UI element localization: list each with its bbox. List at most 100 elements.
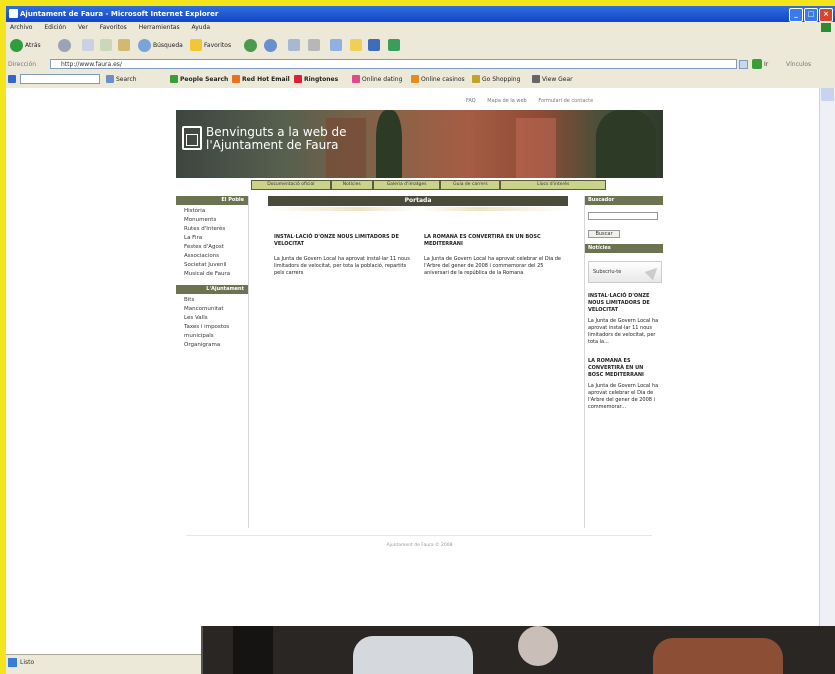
sidebar-item-festes[interactable]: Festes d'Agost <box>176 243 248 252</box>
menu-edicion[interactable]: Edición <box>44 24 66 31</box>
menu-favoritos[interactable]: Favoritos <box>100 24 127 31</box>
right-news-title-2[interactable]: LA ROMANA ES CONVERTIRÀ EN UN BOSC MEDIT… <box>588 358 660 379</box>
scroll-up-icon[interactable] <box>821 88 834 101</box>
go-label[interactable]: Ir <box>764 61 768 68</box>
favorites-button[interactable]: Favoritos <box>190 37 231 53</box>
ringtones-link[interactable]: Ringtones <box>294 75 338 83</box>
nav-noticies[interactable]: Notícies <box>331 181 372 189</box>
people-icon <box>170 75 178 83</box>
online-casinos-link[interactable]: Online casinos <box>411 75 465 83</box>
vertical-scrollbar[interactable] <box>819 88 835 654</box>
messenger-button[interactable] <box>368 37 380 53</box>
sidebar-item-fira[interactable]: La Fira <box>176 234 248 243</box>
search-input[interactable] <box>588 212 658 220</box>
web-page: FAQ Mapa de la web Formulari de contacte… <box>6 88 819 654</box>
search-icon <box>106 75 114 83</box>
forward-arrow-icon <box>58 38 71 52</box>
sidebar-item-musical[interactable]: Musical de Faura <box>176 270 248 279</box>
right-news-1: INSTAL·LACIÓ D'ONZE NOUS LIMITADORS DE V… <box>585 293 660 346</box>
email-icon <box>232 75 240 83</box>
google-toolbar: Search People Search Red Hot Email Ringt… <box>6 72 835 86</box>
right-sidebar: Buscador Buscar Notícies Subscriu-te INS… <box>584 196 663 528</box>
sidebar-item-associacions[interactable]: Associacions <box>176 252 248 261</box>
edit-button[interactable] <box>330 37 342 53</box>
home-icon <box>118 39 130 51</box>
history-button[interactable] <box>264 37 277 53</box>
refresh-icon <box>100 39 112 51</box>
search-label: Búsqueda <box>153 41 183 49</box>
folder-button[interactable] <box>350 37 362 53</box>
menu-herramientas[interactable]: Herramientas <box>139 24 180 31</box>
online-dating-link[interactable]: Online dating <box>352 75 402 83</box>
right-news-title-1[interactable]: INSTAL·LACIÓ D'ONZE NOUS LIMITADORS DE V… <box>588 293 660 314</box>
stop-button[interactable] <box>82 37 94 53</box>
sidebar-item-taxes[interactable]: Taxes i impostos <box>176 323 248 332</box>
subscribe-button[interactable]: Subscriu-te <box>588 260 662 283</box>
sidebar-item-organigrama[interactable]: Organigrama <box>176 341 248 350</box>
go-shopping-link[interactable]: Go Shopping <box>472 75 520 83</box>
sidebar-item-mancomunitat[interactable]: Mancomunitat <box>176 305 248 314</box>
nav-documentacio[interactable]: Documentació oficial <box>252 181 330 189</box>
news-title-2[interactable]: LA ROMANA ES CONVERTIRÀ EN UN BOSC MEDIT… <box>424 234 564 248</box>
news-title-1[interactable]: INSTAL·LACIÓ D'ONZE NOUS LIMITADORS DE V… <box>274 234 414 248</box>
menu-ver[interactable]: Ver <box>78 24 88 31</box>
header-underline <box>268 207 568 211</box>
sidebar-item-bits[interactable]: Bits <box>176 296 248 305</box>
sidebar-item-valls[interactable]: Les Valls <box>176 314 248 323</box>
sidebar-header-poble: El Poble <box>176 196 248 205</box>
left-sidebar: El Poble Història Monuments Rutes d'Inte… <box>176 196 249 528</box>
go-arrow-icon[interactable] <box>752 59 762 69</box>
nav-galeria[interactable]: Galeria d'imatges <box>373 181 440 189</box>
toolbar-search-label: Search <box>116 75 137 83</box>
banner-tree-2 <box>596 110 656 178</box>
toolbar: Atrás Búsqueda Favoritos <box>6 34 835 56</box>
people-search-link[interactable]: People Search <box>170 75 228 83</box>
search-submit-button[interactable]: Buscar <box>588 229 620 238</box>
media-button[interactable] <box>244 37 257 53</box>
links-label[interactable]: Vínculos <box>786 61 811 68</box>
favorites-label: Favoritos <box>204 41 232 49</box>
search-icon <box>138 38 151 52</box>
sitemap-link[interactable]: Mapa de la web <box>487 98 526 104</box>
minimize-button[interactable]: _ <box>789 8 803 22</box>
print-button[interactable] <box>308 37 320 53</box>
sidebar-item-societat[interactable]: Societat Juvenil <box>176 261 248 270</box>
news-item-2: LA ROMANA ES CONVERTIRÀ EN UN BOSC MEDIT… <box>424 234 564 277</box>
stop-icon <box>82 39 94 51</box>
window-title: Ajuntament de Faura - Microsoft Internet… <box>20 10 219 18</box>
messenger-icon <box>368 39 380 51</box>
menu-archivo[interactable]: Archivo <box>10 24 32 31</box>
nav-guia-carrers[interactable]: Guia de carrers <box>441 181 500 189</box>
search-button[interactable]: Búsqueda <box>138 37 183 53</box>
news-item-1: INSTAL·LACIÓ D'ONZE NOUS LIMITADORS DE V… <box>274 234 414 277</box>
address-dropdown-icon[interactable] <box>739 60 748 69</box>
browser-window: Ajuntament de Faura - Microsoft Internet… <box>6 6 835 674</box>
red-hot-email-link[interactable]: Red Hot Email <box>232 75 290 83</box>
contact-form-link[interactable]: Formulari de contacte <box>538 98 593 104</box>
sidebar-item-municipals[interactable]: municipals <box>176 332 248 341</box>
toolbar-search-field[interactable] <box>20 74 100 84</box>
nav-llocs-interes[interactable]: Llocs d'interès <box>501 181 606 189</box>
back-arrow-icon <box>10 38 23 52</box>
sidebar-item-rutes[interactable]: Rutes d'Interès <box>176 225 248 234</box>
maximize-button[interactable]: □ <box>804 8 818 22</box>
menu-ayuda[interactable]: Ayuda <box>192 24 211 31</box>
sidebar-item-monuments[interactable]: Monuments <box>176 216 248 225</box>
address-field[interactable]: http://www.faura.es/ <box>50 59 737 69</box>
faq-link[interactable]: FAQ <box>466 98 476 104</box>
heart-icon <box>352 75 360 83</box>
refresh-button[interactable] <box>100 37 112 53</box>
sidebar-item-historia[interactable]: Història <box>176 207 248 216</box>
tools-button[interactable] <box>388 37 400 53</box>
top-links: FAQ Mapa de la web Formulari de contacte <box>466 98 603 104</box>
back-button[interactable]: Atrás <box>10 37 41 53</box>
forward-button[interactable] <box>58 37 71 53</box>
close-button[interactable]: × <box>819 8 833 22</box>
right-news-body-1: La Junta de Govern Local ha aprovat inst… <box>588 317 659 345</box>
right-news-body-2: La Junta de Govern Local ha aprovat cele… <box>588 382 659 410</box>
toolbar-search-button[interactable]: Search <box>106 75 137 83</box>
mail-button[interactable] <box>288 37 300 53</box>
view-gear-link[interactable]: View Gear <box>532 75 573 83</box>
edit-icon <box>330 39 342 51</box>
home-button[interactable] <box>118 37 130 53</box>
